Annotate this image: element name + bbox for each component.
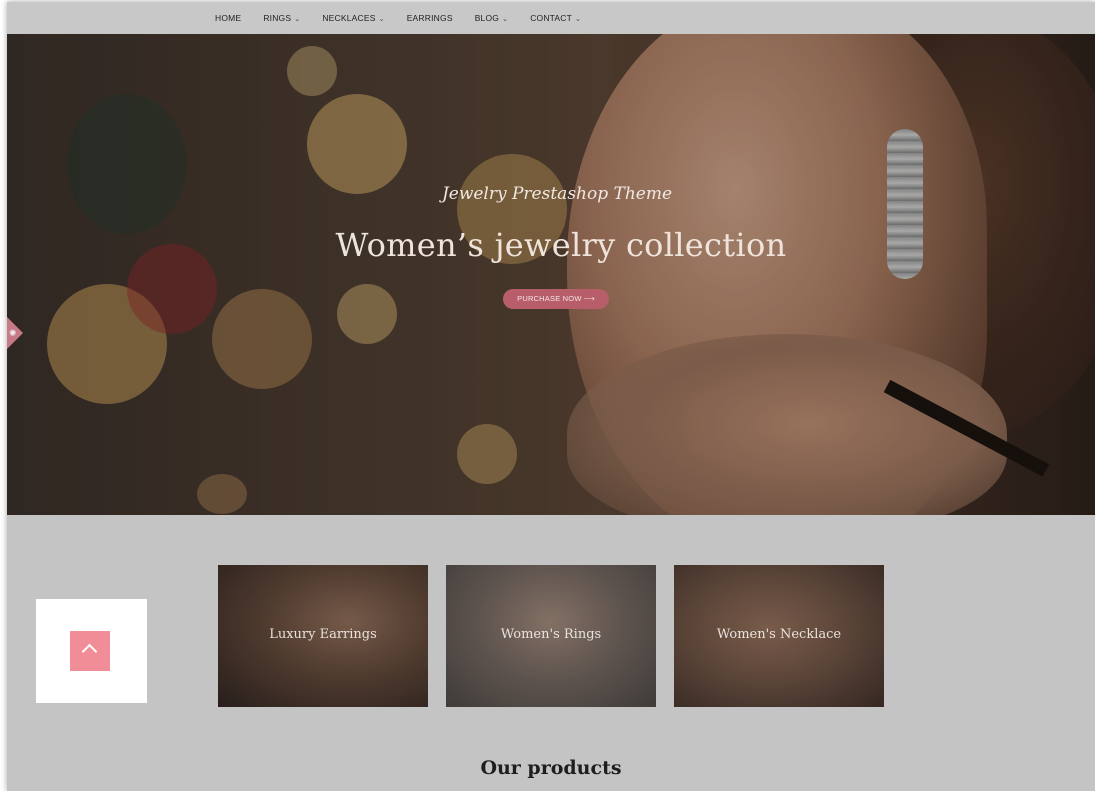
nav-item-label: BLOG <box>474 13 500 23</box>
nav-item-label: CONTACT <box>530 13 573 23</box>
browser-frame: HOME RINGS ⌄ NECKLACES ⌄ EARRINGS BLOG ⌄ CO… <box>7 2 1095 791</box>
chevron-up-icon <box>81 643 98 660</box>
nav-item-home[interactable]: HOME <box>215 13 241 23</box>
category-label: Luxury Earrings <box>269 627 377 642</box>
top-nav: HOME RINGS ⌄ NECKLACES ⌄ EARRINGS BLOG ⌄ CO… <box>7 2 1095 34</box>
gear-icon: ✺ <box>9 328 17 338</box>
chevron-down-icon: ⌄ <box>378 16 385 23</box>
nav-item-label: NECKLACES <box>322 13 376 23</box>
category-label: Women's Necklace <box>716 627 842 642</box>
category-label: Women's Rings <box>500 627 602 642</box>
chevron-down-icon: ⌄ <box>294 16 301 23</box>
category-card-rings[interactable]: Women's Rings <box>446 565 656 707</box>
scroll-to-top-panel <box>36 599 147 703</box>
category-card-earrings[interactable]: Luxury Earrings <box>218 565 428 707</box>
products-section-title: Our products <box>480 757 622 779</box>
nav-item-blog[interactable]: BLOG ⌄ <box>475 13 509 23</box>
category-card-necklace[interactable]: Women's Necklace <box>674 565 884 707</box>
hero-title: Women’s jewelry collection <box>335 226 787 264</box>
chevron-down-icon: ⌄ <box>502 16 509 23</box>
purchase-now-button[interactable]: PURCHASE NOW ⟶ <box>503 289 609 309</box>
nav-item-contact[interactable]: CONTACT ⌄ <box>530 13 581 23</box>
chevron-down-icon: ⌄ <box>575 16 582 23</box>
main-menu: HOME RINGS ⌄ NECKLACES ⌄ EARRINGS BLOG ⌄ CO… <box>215 2 603 34</box>
hero-subtitle: Jewelry Prestashop Theme <box>441 184 673 204</box>
nav-item-label: HOME <box>215 13 242 23</box>
scroll-to-top-button[interactable] <box>70 631 110 671</box>
nav-item-earrings[interactable]: EARRINGS <box>407 13 453 23</box>
nav-item-necklaces[interactable]: NECKLACES ⌄ <box>322 13 384 23</box>
hero-banner: Jewelry Prestashop Theme Women’s jewelry… <box>7 34 1095 515</box>
nav-item-rings[interactable]: RINGS ⌄ <box>263 13 300 23</box>
nav-item-label: EARRINGS <box>406 13 453 23</box>
nav-item-label: RINGS <box>263 13 292 23</box>
